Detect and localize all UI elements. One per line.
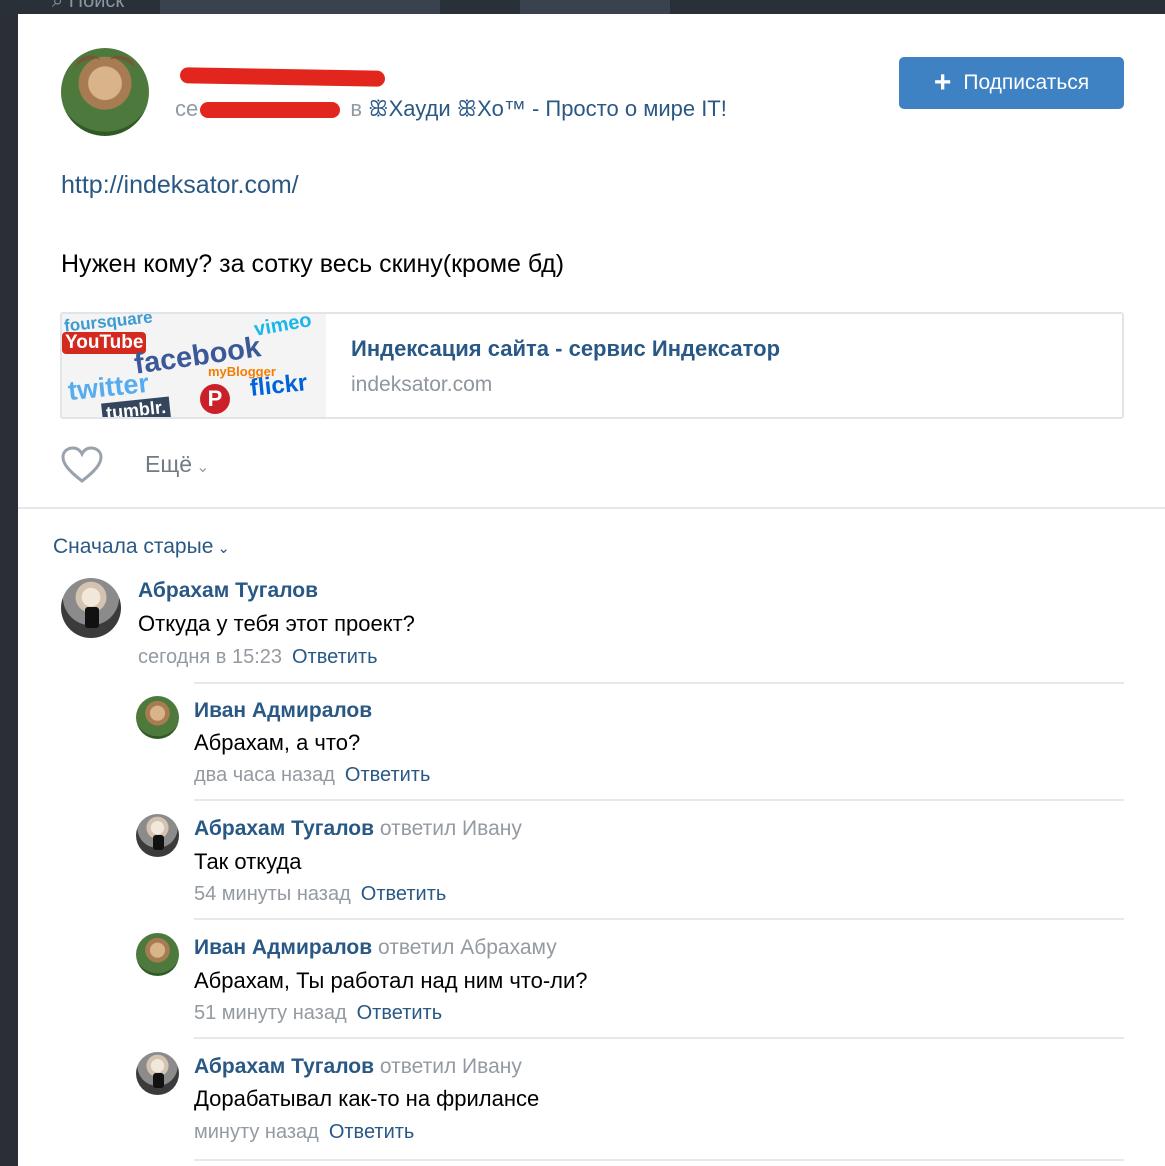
link-snippet[interactable]: foursquare YouTube facebook vimeo twitte…	[60, 312, 1124, 419]
reply-button[interactable]: Ответить	[361, 883, 447, 905]
post-author-name-redacted[interactable]	[179, 67, 386, 87]
reply-button[interactable]: Ответить	[357, 1002, 443, 1024]
antler-shape	[106, 52, 138, 78]
reply-button[interactable]: Ответить	[345, 764, 431, 786]
comment-author[interactable]: Абрахам Тугалов ответил Ивану	[194, 817, 522, 841]
search-field[interactable]: ⌕ Поиск	[52, 0, 124, 13]
comment-meta: сегодня в 15:23 Ответить	[138, 646, 378, 668]
comment-avatar[interactable]	[136, 1052, 179, 1095]
top-bar-strip	[520, 0, 670, 14]
heart-icon[interactable]	[61, 446, 103, 484]
subscribe-button[interactable]: + Подписаться	[899, 57, 1124, 109]
search-icon: ⌕	[52, 0, 64, 12]
divider	[18, 507, 1165, 509]
comment-author[interactable]: Иван Адмиралов ответил Абрахаму	[194, 936, 557, 960]
reply-button[interactable]: Ответить	[292, 646, 378, 668]
snippet-domain: indeksator.com	[351, 373, 493, 396]
comment-divider	[194, 918, 1124, 920]
antler-shape	[72, 52, 104, 78]
pinterest-icon: P	[200, 384, 230, 414]
redacted-mark	[200, 102, 341, 119]
chevron-down-icon: ⌄	[217, 540, 230, 557]
top-bar-strip	[160, 0, 440, 14]
comment-divider	[194, 1037, 1124, 1039]
comment-meta: 51 минуту назад Ответить	[194, 1002, 443, 1024]
page-background-strip	[0, 16, 18, 1166]
comment-author[interactable]: Абрахам Тугалов ответил Ивану	[194, 1055, 522, 1079]
snippet-title[interactable]: Индексация сайта - сервис Индексатор	[351, 336, 780, 362]
comment-meta: 54 минуты назад Ответить	[194, 883, 447, 905]
post-text: Нужен кому? за сотку весь скину(кроме бд…	[61, 250, 565, 278]
reply-button[interactable]: Ответить	[329, 1121, 415, 1143]
post-card: се в ꕥХауди ꕥХо™ - Просто о мире IT! + П…	[18, 14, 1165, 1166]
snippet-image-word: flickr	[248, 369, 309, 402]
comment-text: Абрахам, а что?	[194, 730, 361, 755]
snippet-image-word: vimeo	[252, 314, 314, 341]
comment-divider	[194, 1159, 1124, 1161]
more-button[interactable]: Ещё ⌄	[145, 451, 209, 478]
plus-icon: +	[933, 66, 952, 99]
comment-avatar[interactable]	[136, 814, 179, 857]
comment-meta: два часа назад Ответить	[194, 764, 431, 786]
comment-divider	[194, 682, 1124, 684]
comment-author[interactable]: Абрахам Тугалов	[138, 579, 318, 603]
comment-text: Абрахам, Ты работал над ним что-ли?	[194, 968, 588, 993]
comment-avatar[interactable]	[61, 578, 121, 638]
comment-meta: минуту назад Ответить	[194, 1121, 415, 1143]
post-author-avatar[interactable]	[61, 48, 149, 136]
comment-text: Откуда у тебя этот проект?	[138, 611, 415, 636]
phone-shape	[153, 1072, 164, 1089]
comment-avatar[interactable]	[136, 696, 179, 739]
comment-avatar[interactable]	[136, 933, 179, 976]
snippet-image: foursquare YouTube facebook vimeo twitte…	[62, 314, 326, 417]
phone-shape	[153, 834, 164, 851]
comment-text: Дорабатывал как-то на фрилансе	[194, 1086, 540, 1111]
comments-sort-button[interactable]: Сначала старые ⌄	[53, 535, 230, 559]
phone-shape	[85, 606, 100, 629]
comment-text: Так откуда	[194, 849, 302, 874]
chevron-down-icon: ⌄	[196, 459, 210, 476]
comment-divider	[194, 799, 1124, 801]
group-link[interactable]: ꕥХауди ꕥХо™ - Просто о мире IT!	[368, 96, 727, 121]
post-meta: се в ꕥХауди ꕥХо™ - Просто о мире IT!	[175, 96, 727, 121]
comment-author[interactable]: Иван Адмиралов	[194, 699, 372, 723]
post-link[interactable]: http://indeksator.com/	[61, 171, 299, 200]
